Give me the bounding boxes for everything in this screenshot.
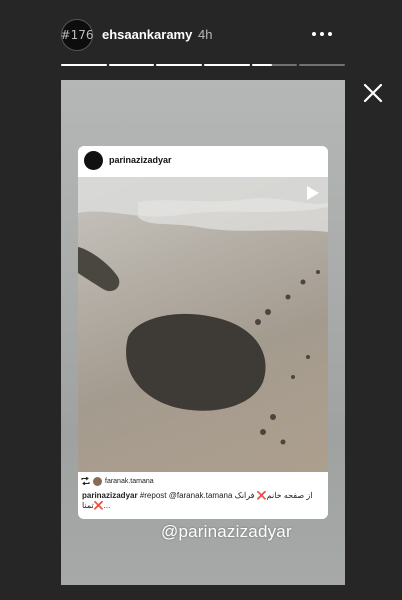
avatar[interactable]: #176: [61, 19, 93, 51]
video-frame-image: [78, 177, 328, 445]
card-header: parinazizadyar: [78, 146, 328, 176]
progress-segment-fill: [251, 64, 273, 66]
post-caption: parinazizadyar #repost @faranak.tamana ا…: [82, 491, 324, 511]
story-media[interactable]: parinazizadyar faranak.tamana parinaziza…: [61, 80, 345, 585]
card-username[interactable]: parinazizadyar: [109, 155, 172, 165]
progress-segment: [108, 64, 155, 66]
story-progress-bar: [61, 64, 346, 67]
tagged-avatar: [93, 476, 102, 486]
progress-segment: [61, 64, 107, 66]
more-icon[interactable]: [312, 24, 338, 44]
repost-icon: [81, 477, 90, 485]
mention-sticker[interactable]: @parinazizadyar: [161, 522, 292, 542]
reposted-from[interactable]: faranak.tamana: [81, 475, 154, 487]
progress-segment: [204, 64, 250, 66]
progress-segment: [299, 64, 346, 66]
progress-segment: [156, 64, 203, 66]
progress-segment-fill: [108, 64, 155, 66]
progress-segment: [251, 64, 298, 66]
username[interactable]: ehsaankaramy: [102, 27, 192, 42]
card-avatar: [84, 151, 103, 170]
caption-username[interactable]: parinazizadyar: [82, 491, 138, 500]
video-thumbnail[interactable]: [78, 177, 328, 472]
tagged-username[interactable]: faranak.tamana: [105, 478, 154, 485]
story-header: #176 ehsaankaramy 4h: [0, 0, 402, 70]
post-time: 4h: [198, 27, 213, 42]
progress-segment-fill: [204, 64, 250, 66]
progress-segment-fill: [61, 64, 107, 66]
repost-card[interactable]: parinazizadyar faranak.tamana parinaziza…: [78, 146, 328, 519]
play-icon[interactable]: [304, 185, 320, 201]
close-icon[interactable]: [362, 82, 384, 104]
progress-segment-fill: [156, 64, 203, 66]
